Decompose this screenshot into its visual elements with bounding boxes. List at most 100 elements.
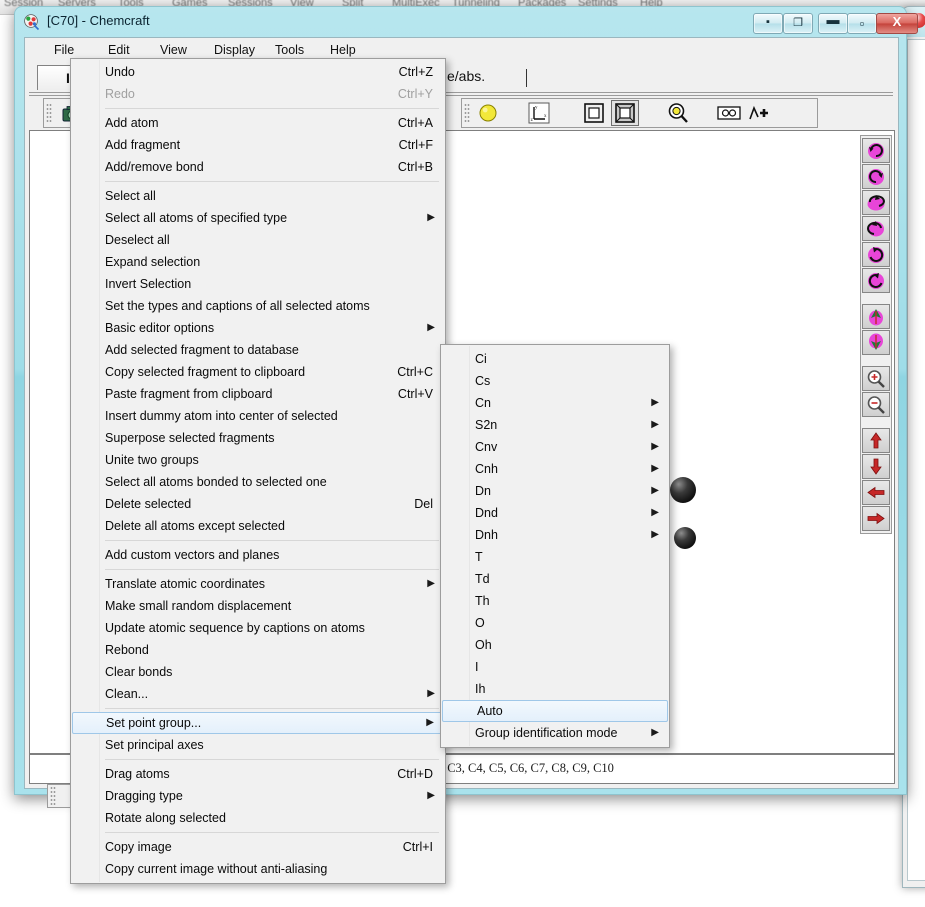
edit-menu-item-invert-selection[interactable]: Invert Selection — [71, 273, 445, 295]
edit-menu-item-add-custom-vectors-and-planes[interactable]: Add custom vectors and planes — [71, 544, 445, 566]
rotate-y-cw-icon[interactable] — [862, 190, 890, 215]
point-group-item-o[interactable]: O — [441, 612, 669, 634]
edit-menu-item-superpose-selected-fragments[interactable]: Superpose selected fragments — [71, 427, 445, 449]
axes-icon[interactable]: y x z — [525, 100, 553, 126]
edit-menu-item-dragging-type[interactable]: Dragging type ▶ — [71, 785, 445, 807]
point-group-item-dn[interactable]: Dn ▶ — [441, 480, 669, 502]
mdi-restore-button[interactable]: ❐ — [783, 13, 813, 34]
point-group-item-oh[interactable]: Oh — [441, 634, 669, 656]
atom-sphere[interactable] — [670, 477, 696, 503]
edit-menu-item-add-remove-bond[interactable]: Add/remove bond Ctrl+B — [71, 156, 445, 178]
edit-menu-item-delete-selected[interactable]: Delete selected Del — [71, 493, 445, 515]
menu-tools[interactable]: Tools — [268, 42, 311, 58]
sphere-icon[interactable] — [474, 100, 502, 126]
edit-dropdown-menu[interactable]: Undo Ctrl+Z Redo Ctrl+Y Add atom Ctrl+A Add fr… — [70, 58, 446, 884]
edit-menu-item-deselect-all[interactable]: Deselect all — [71, 229, 445, 251]
menu-help[interactable]: Help — [323, 42, 363, 58]
tab-partial-label[interactable]: e/abs. — [447, 68, 485, 84]
edit-menu-item-set-point-group[interactable]: Set point group... ▶ — [72, 712, 444, 734]
edit-menu-item-unite-two-groups[interactable]: Unite two groups — [71, 449, 445, 471]
point-group-item-s2n[interactable]: S2n ▶ — [441, 414, 669, 436]
minimize-button[interactable]: ▬ — [818, 12, 848, 34]
menu-file[interactable]: File — [47, 42, 81, 58]
point-group-item-dnd[interactable]: Dnd ▶ — [441, 502, 669, 524]
close-button[interactable]: X — [876, 13, 918, 34]
edit-menu-item-copy-image[interactable]: Copy image Ctrl+I — [71, 836, 445, 858]
edit-menu-item-select-all-atoms-of-specified-type[interactable]: Select all atoms of specified type ▶ — [71, 207, 445, 229]
add-bond-icon[interactable] — [744, 100, 772, 126]
rotate-x-cw-icon[interactable] — [862, 138, 890, 163]
edit-menu-item-delete-all-atoms-except-selected[interactable]: Delete all atoms except selected — [71, 515, 445, 537]
pair-icon[interactable] — [715, 100, 743, 126]
point-group-item-i[interactable]: I — [441, 656, 669, 678]
point-group-item-td[interactable]: Td — [441, 568, 669, 590]
edit-menu-item-label: Copy image — [105, 840, 172, 854]
point-group-item-ih[interactable]: Ih — [441, 678, 669, 700]
maximize-button[interactable]: ▫ — [847, 13, 877, 34]
rotate-y-ccw-icon[interactable] — [862, 216, 890, 241]
zoom-in-icon[interactable] — [862, 366, 890, 391]
atom-sphere[interactable] — [674, 527, 696, 549]
edit-menu-item-paste-fragment-from-clipboard[interactable]: Paste fragment from clipboard Ctrl+V — [71, 383, 445, 405]
flip-down-icon[interactable] — [862, 330, 890, 355]
point-group-item-th[interactable]: Th — [441, 590, 669, 612]
point-group-item-dnh[interactable]: Dnh ▶ — [441, 524, 669, 546]
box-filled-icon[interactable] — [611, 100, 639, 126]
edit-menu-item-update-atomic-sequence-by-captions-on-atoms[interactable]: Update atomic sequence by captions on at… — [71, 617, 445, 639]
point-group-item-cs[interactable]: Cs — [441, 370, 669, 392]
edit-menu-item-select-all-atoms-bonded-to-selected-one[interactable]: Select all atoms bonded to selected one — [71, 471, 445, 493]
view-manipulation-toolbar[interactable] — [860, 135, 892, 534]
point-group-item-cnh[interactable]: Cnh ▶ — [441, 458, 669, 480]
menu-edit[interactable]: Edit — [101, 42, 137, 58]
edit-menu-item-drag-atoms[interactable]: Drag atoms Ctrl+D — [71, 763, 445, 785]
edit-menu-item-clear-bonds[interactable]: Clear bonds — [71, 661, 445, 683]
rotate-x-ccw-icon[interactable] — [862, 164, 890, 189]
toolbar-group-view[interactable]: y x z — [461, 98, 818, 128]
edit-menu-item-copy-selected-fragment-to-clipboard[interactable]: Copy selected fragment to clipboard Ctrl+… — [71, 361, 445, 383]
toolbar-grip[interactable] — [46, 103, 52, 123]
rotate-z-cw-icon[interactable] — [862, 242, 890, 267]
move-left-icon[interactable] — [862, 480, 890, 505]
point-group-item-label: Cnv — [475, 440, 498, 454]
edit-menu-item-add-selected-fragment-to-database[interactable]: Add selected fragment to database — [71, 339, 445, 361]
edit-menu-item-make-small-random-displacement[interactable]: Make small random displacement — [71, 595, 445, 617]
point-group-item-cnv[interactable]: Cnv ▶ — [441, 436, 669, 458]
point-group-item-auto[interactable]: Auto — [442, 700, 668, 722]
edit-menu-item-basic-editor-options[interactable]: Basic editor options ▶ — [71, 317, 445, 339]
window-titlebar[interactable]: [C70] - Chemcraft ▪ ❐ ▬ ▫ X — [15, 7, 918, 37]
mdi-minimize-button[interactable]: ▪ — [753, 13, 783, 34]
edit-menu-item-set-principal-axes[interactable]: Set principal axes — [71, 734, 445, 756]
edit-menu-item-rebond[interactable]: Rebond — [71, 639, 445, 661]
point-group-item-ci[interactable]: Ci — [441, 348, 669, 370]
edit-menu-item-add-fragment[interactable]: Add fragment Ctrl+F — [71, 134, 445, 156]
point-group-item-t[interactable]: T — [441, 546, 669, 568]
move-up-icon[interactable] — [862, 428, 890, 453]
edit-menu-item-set-the-types-and-captions-of-all-selected-a[interactable]: Set the types and captions of all select… — [71, 295, 445, 317]
point-group-item-cn[interactable]: Cn ▶ — [441, 392, 669, 414]
edit-menu-item-add-atom[interactable]: Add atom Ctrl+A — [71, 112, 445, 134]
move-down-icon[interactable] — [862, 454, 890, 479]
edit-menu-item-expand-selection[interactable]: Expand selection — [71, 251, 445, 273]
move-right-icon[interactable] — [862, 506, 890, 531]
zoom-target-icon[interactable] — [664, 100, 692, 126]
box-outline-icon[interactable] — [580, 100, 608, 126]
menu-view[interactable]: View — [153, 42, 194, 58]
rotate-z-ccw-icon[interactable] — [862, 268, 890, 293]
toolbar-grip-2[interactable] — [464, 103, 470, 123]
edit-menu-item-copy-current-image-without-anti-aliasing[interactable]: Copy current image without anti-aliasing — [71, 858, 445, 880]
edit-menu-item-clean[interactable]: Clean... ▶ — [71, 683, 445, 705]
edit-menu-item-rotate-along-selected[interactable]: Rotate along selected — [71, 807, 445, 829]
zoom-out-icon[interactable] — [862, 392, 890, 417]
point-group-item-group-identification-mode[interactable]: Group identification mode ▶ — [441, 722, 669, 744]
edit-menu-item-insert-dummy-atom-into-center-of-selected[interactable]: Insert dummy atom into center of selecte… — [71, 405, 445, 427]
menu-display[interactable]: Display — [207, 42, 262, 58]
status-grip[interactable] — [50, 786, 56, 806]
edit-menu-item-select-all[interactable]: Select all — [71, 185, 445, 207]
point-group-submenu[interactable]: Ci Cs Cn ▶ S2n ▶ Cnv ▶ Cnh ▶ Dn ▶ Dnd ▶ Dnh ▶ T Td Th O Oh I I… — [440, 344, 670, 748]
edit-menu-item-undo[interactable]: Undo Ctrl+Z — [71, 61, 445, 83]
point-group-item-label: Auto — [477, 704, 503, 718]
flip-up-icon[interactable] — [862, 304, 890, 329]
edit-menu-item-translate-atomic-coordinates[interactable]: Translate atomic coordinates ▶ — [71, 573, 445, 595]
edit-menu-item-redo: Redo Ctrl+Y — [71, 83, 445, 105]
